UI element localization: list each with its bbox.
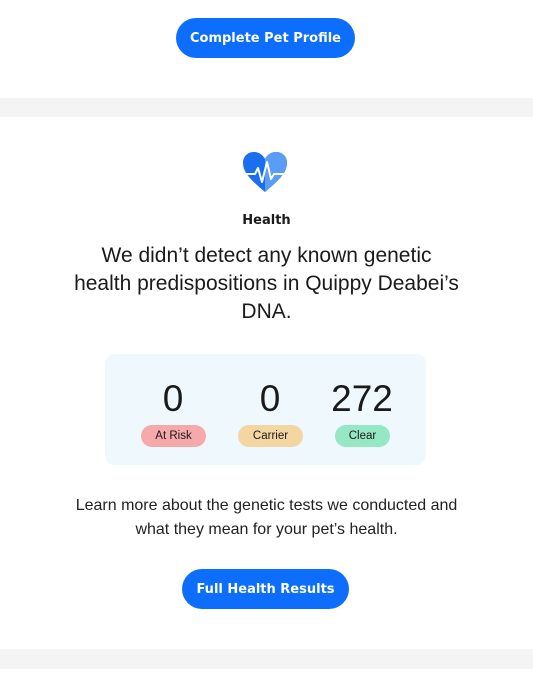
stat-value: 0 [259, 378, 281, 419]
section-title: Health [242, 213, 291, 228]
health-headline: We didn’t detect any known genetic healt… [74, 244, 459, 323]
section-divider [0, 649, 533, 669]
clear-badge: Clear [335, 425, 390, 447]
at-risk-badge: At Risk [141, 425, 206, 447]
section-divider [0, 98, 533, 117]
stat-at-risk: 0 At Risk [128, 354, 218, 465]
stat-value: 272 [331, 378, 393, 419]
complete-pet-profile-button[interactable]: Complete Pet Profile [176, 18, 355, 58]
health-section: Health We didn’t detect any known geneti… [0, 117, 533, 649]
stat-carrier: 0 Carrier [225, 354, 315, 465]
learn-more-text: Learn more about the genetic tests we co… [75, 497, 458, 538]
health-stats-card: 0 At Risk 0 Carrier 272 Clear [105, 354, 426, 465]
stat-value: 0 [162, 378, 184, 419]
stat-clear: 272 Clear [317, 354, 407, 465]
full-health-results-button[interactable]: Full Health Results [182, 569, 349, 609]
carrier-badge: Carrier [238, 425, 303, 447]
top-section: Complete Pet Profile [0, 0, 533, 98]
heart-pulse-icon [243, 152, 287, 192]
